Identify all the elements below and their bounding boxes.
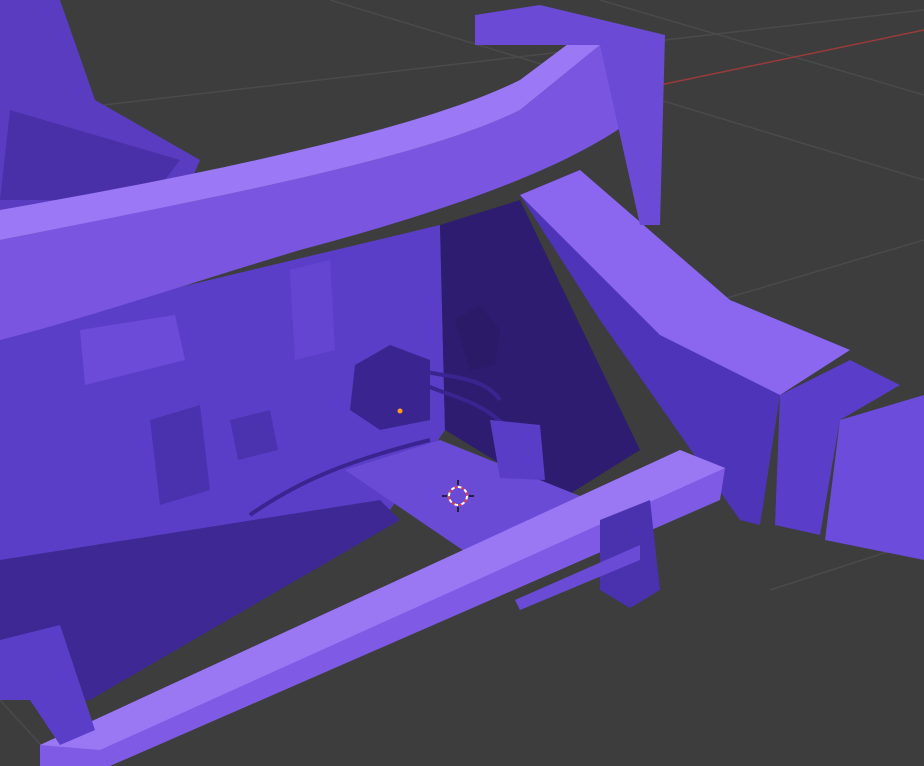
wall-panel	[290, 260, 335, 360]
3d-viewport[interactable]	[0, 0, 924, 766]
model[interactable]	[0, 0, 924, 766]
origin-dot	[397, 408, 403, 414]
wall-panel	[150, 405, 210, 505]
x-axis-line	[659, 29, 924, 86]
viewport-canvas[interactable]	[0, 0, 924, 766]
